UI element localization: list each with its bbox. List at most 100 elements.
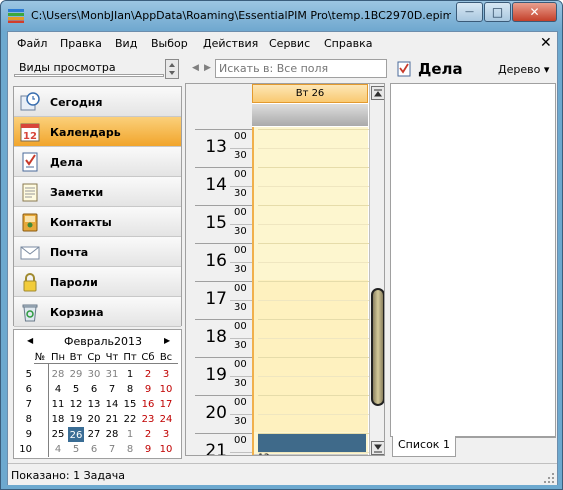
scroll-down-button[interactable] [371,441,384,455]
menu-file[interactable]: Файл [17,37,47,50]
week-number[interactable]: 7 [18,397,32,412]
time-slots[interactable]: 13 [252,127,370,455]
calendar-day[interactable]: 24 [158,412,174,427]
nav-item-today[interactable]: Сегодня [14,87,181,117]
calendar-day[interactable]: 1 [122,367,138,382]
scroll-up-button[interactable] [371,86,384,100]
calendar-day[interactable]: 20 [86,412,102,427]
calendar-day[interactable]: 25 [50,427,66,442]
forward-arrow-icon[interactable]: ▶ [204,63,211,73]
menu-actions[interactable]: Действия [203,37,258,50]
calendar-day[interactable]: 11 [50,397,66,412]
minute-label: 00 [234,169,247,180]
calendar-day[interactable]: 8 [122,442,138,457]
calendar-day[interactable]: 23 [140,412,156,427]
slot-line [258,243,370,244]
nav-item-tasks[interactable]: Дела [14,147,181,177]
next-month-icon[interactable]: ▶ [164,336,170,345]
calendar-day[interactable]: 30 [86,367,102,382]
week-number[interactable]: 5 [18,367,32,382]
calendar-day[interactable]: 9 [140,442,156,457]
close-document-icon[interactable]: ✕ [540,35,552,51]
menu-select[interactable]: Выбор [151,37,188,50]
menu-tools[interactable]: Сервис [269,37,310,50]
calendar-day[interactable]: 3 [158,427,174,442]
title-bar[interactable]: C:\Users\MonbJIan\AppData\Roaming\Essent… [1,1,562,31]
week-number[interactable]: 10 [18,442,32,457]
calendar-day[interactable]: 5 [68,382,84,397]
all-day-area[interactable] [252,104,368,126]
calendar-day[interactable]: 9 [140,382,156,397]
nav-item-trash[interactable]: Корзина [14,297,181,327]
day-header[interactable]: Вт 26 [252,84,368,103]
calendar-day[interactable]: 28 [50,367,66,382]
slot-line [258,433,370,434]
calendar-day[interactable]: 2 [140,367,156,382]
views-splitter[interactable] [14,74,164,77]
minute-label: 30 [234,416,247,427]
search-input[interactable] [215,59,387,78]
day-view-scrollbar[interactable] [369,84,384,455]
menu-help[interactable]: Справка [324,37,372,50]
calendar-day[interactable]: 8 [122,382,138,397]
scroll-thumb[interactable] [371,288,384,406]
calendar-day[interactable]: 3 [158,367,174,382]
prev-month-icon[interactable]: ◀ [27,336,33,345]
menu-view[interactable]: Вид [115,37,137,50]
calendar-day[interactable]: 29 [68,367,84,382]
resize-grip-icon[interactable] [543,472,555,484]
calendar-day[interactable]: 4 [50,382,66,397]
calendar-day[interactable]: 4 [50,442,66,457]
calendar-day[interactable]: 10 [158,442,174,457]
calendar-day[interactable]: 15 [122,397,138,412]
nav-item-notes[interactable]: Заметки [14,177,181,207]
calendar-day[interactable]: 17 [158,397,174,412]
mini-calendar: ◀ Февраль 2013 ▶ № Пн Вт Ср Чт Пт Сб Вс 5 6 7 8 9 10… [13,329,182,459]
calendar-day[interactable]: 16 [140,397,156,412]
calendar-day[interactable]: 6 [86,382,102,397]
slot-line [258,205,370,206]
calendar-day[interactable]: 12 [68,397,84,412]
hour-label: 18 [205,327,227,347]
back-arrow-icon[interactable]: ◀ [192,63,199,73]
calendar-day[interactable]: 7 [104,442,120,457]
calendar-day[interactable]: 28 [104,427,120,442]
event-block[interactable] [258,433,366,452]
nav-item-contacts[interactable]: Контакты [14,207,181,237]
tasks-list[interactable] [390,83,556,437]
calendar-day[interactable]: 1 [122,427,138,442]
calendar-day[interactable]: 6 [86,442,102,457]
calendar-day[interactable]: 7 [104,382,120,397]
close-window-button[interactable]: ✕ [512,2,557,22]
calendar-day[interactable]: 27 [86,427,102,442]
week-number[interactable]: 6 [18,382,32,397]
nav-item-passwords[interactable]: Пароли [14,267,181,297]
views-collapse-button[interactable] [165,59,179,79]
calendar-day[interactable]: 13 [86,397,102,412]
calendar-day[interactable]: 18 [50,412,66,427]
calendar-day[interactable]: 5 [68,442,84,457]
week-number[interactable]: 9 [18,427,32,442]
maximize-button[interactable]: □ [484,2,511,22]
tasks-checklist-icon [397,61,411,77]
notes-icon [22,183,38,202]
menu-edit[interactable]: Правка [60,37,102,50]
window-title: C:\Users\MonbJIan\AppData\Roaming\Essent… [31,9,451,22]
tree-view-dropdown[interactable]: Дерево ▾ [498,63,549,76]
selected-day[interactable]: 26 [68,427,84,442]
week-number[interactable]: 8 [18,412,32,427]
calendar-day[interactable]: 14 [104,397,120,412]
nav-item-calendar[interactable]: 12 Календарь [14,117,181,147]
hour-label: 21 [205,441,227,456]
calendar-day[interactable]: 21 [104,412,120,427]
nav-item-mail[interactable]: Почта [14,237,181,267]
calendar-day[interactable]: 19 [68,412,84,427]
tab-list-1[interactable]: Список 1 [392,436,456,457]
calendar-day[interactable]: 31 [104,367,120,382]
slot-line [258,338,370,339]
weekday-header: Чт [105,352,119,363]
calendar-day[interactable]: 22 [122,412,138,427]
calendar-day[interactable]: 2 [140,427,156,442]
minimize-button[interactable]: — [456,2,483,22]
calendar-day[interactable]: 10 [158,382,174,397]
